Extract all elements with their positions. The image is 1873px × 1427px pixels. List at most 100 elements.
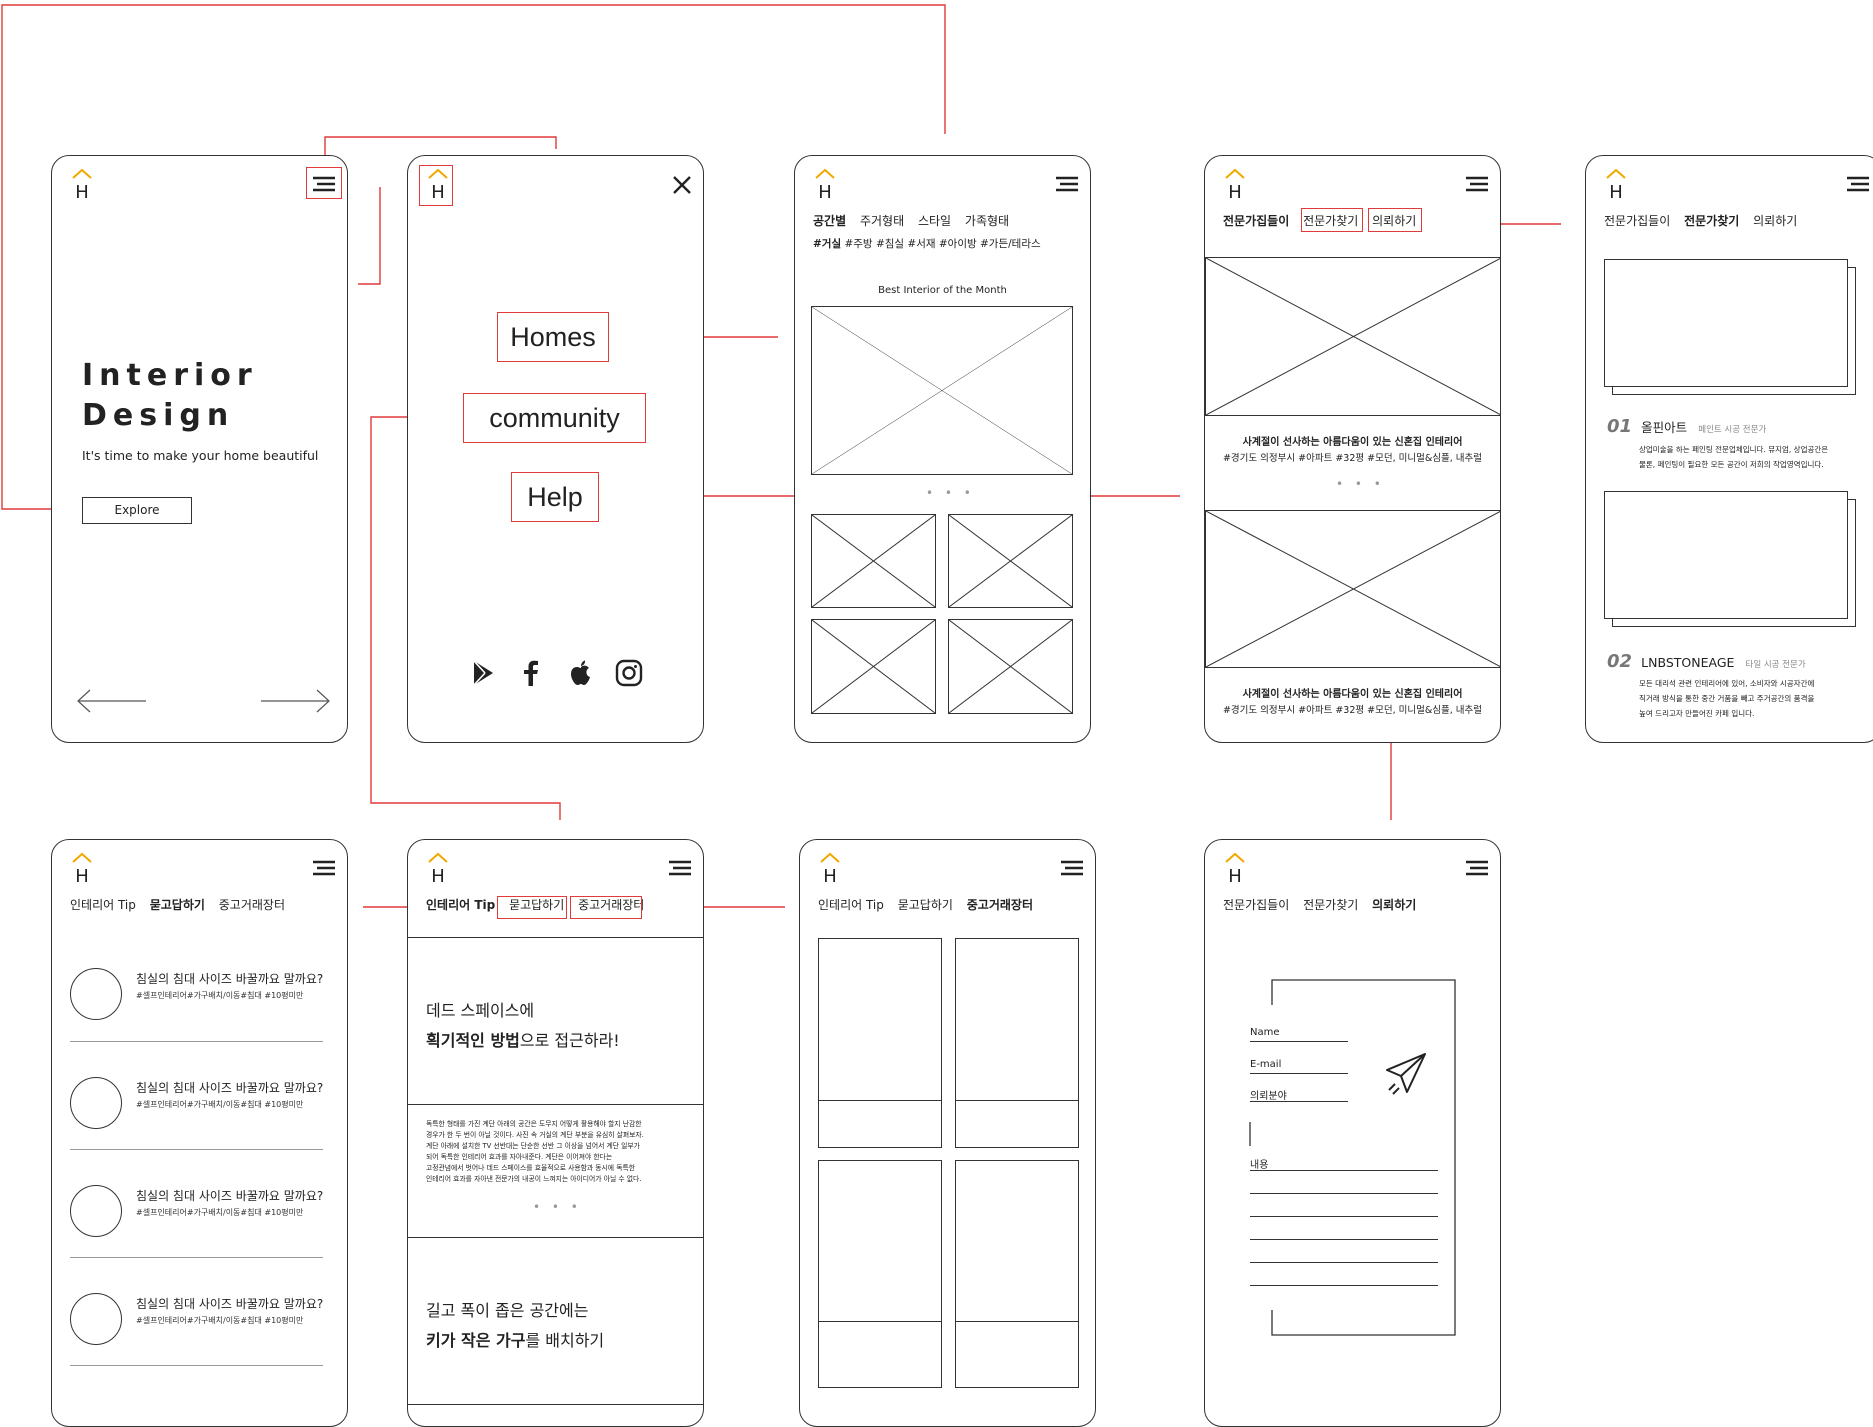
paper-plane-icon[interactable] (1383, 1050, 1431, 1098)
list-item[interactable]: 침실의 침대 사이즈 바꿀까요 말까요? #셀프인테리어#가구배치/이동#침대 … (70, 956, 323, 1052)
tab-expert-homes[interactable]: 전문가집들이 (1604, 214, 1670, 228)
google-play-icon[interactable] (471, 659, 495, 687)
divider (70, 1149, 323, 1150)
tag-kitchen[interactable]: #주방 (844, 238, 872, 250)
tip-headline-1[interactable]: 데드 스페이스에 획기적인 방법으로 접근하라! (426, 996, 620, 1056)
avatar (70, 968, 122, 1020)
screen-home: H Interior Design It's time to make your… (51, 155, 348, 743)
tab-market[interactable]: 중고거래장터 (967, 898, 1033, 912)
divider (819, 1321, 941, 1322)
divider (70, 1041, 323, 1042)
content-field[interactable]: 내용 (1250, 1156, 1438, 1171)
expert-heading-2[interactable]: 02 LNBSTONEAGE 타일 시공 전문가 (1607, 651, 1806, 672)
logo-icon[interactable]: H (1604, 168, 1628, 202)
tag-living[interactable]: #거실 (813, 238, 841, 250)
carousel-dots[interactable]: • • • (926, 486, 975, 500)
image-placeholder-grid-2[interactable] (948, 514, 1073, 608)
hamburger-menu-icon[interactable] (1054, 174, 1080, 194)
avatar (70, 1293, 122, 1345)
image-placeholder-grid-4[interactable] (948, 619, 1073, 714)
menu-item-homes[interactable]: Homes (497, 312, 609, 362)
expert-heading-1[interactable]: 01 올핀아트 페인트 시공 전문가 (1607, 416, 1766, 437)
logo-icon[interactable]: H (70, 168, 94, 202)
tab-style[interactable]: 스타일 (918, 214, 951, 228)
facebook-icon[interactable] (522, 659, 540, 687)
list-item[interactable]: 침실의 침대 사이즈 바꿀까요 말까요? #셀프인테리어#가구배치/이동#침대 … (70, 1065, 323, 1161)
list-item[interactable]: 침실의 침대 사이즈 바꿀까요 말까요? #셀프인테리어#가구배치/이동#침대 … (70, 1173, 323, 1269)
expert-name: 올핀아트 (1641, 420, 1688, 435)
name-field[interactable]: Name (1250, 1027, 1348, 1042)
expert-desc-2: 모든 대리석 관련 인테리어에 있어, 소비자와 시공자간에 직거래 방식을 통… (1639, 679, 1815, 718)
qa-highlight (497, 896, 567, 919)
carousel-dots[interactable]: • • • (1336, 477, 1385, 491)
tab-space[interactable]: 공간별 (813, 214, 846, 228)
divider (408, 937, 703, 938)
image-placeholder-post-2[interactable] (1205, 510, 1500, 668)
tab-family[interactable]: 가족형태 (965, 214, 1009, 228)
hamburger-menu-icon[interactable] (1464, 174, 1490, 194)
tab-housing[interactable]: 주거형태 (860, 214, 904, 228)
tip-headline-2[interactable]: 길고 폭이 좁은 공간에는 키가 작은 가구를 배치하기 (426, 1296, 604, 1356)
expert-kind: 타일 시공 전문가 (1745, 660, 1806, 670)
image-placeholder-grid-1[interactable] (811, 514, 936, 608)
post-tags-2: #경기도 의정부시 #아파트 #32평 #모던, 미니멀&심플, 내추럴 (1222, 705, 1483, 716)
avatar (70, 1185, 122, 1237)
hamburger-menu-icon[interactable] (311, 858, 337, 878)
tag-kids[interactable]: #아이방 (939, 238, 977, 250)
product-card[interactable] (818, 1160, 942, 1388)
category-field[interactable]: 의뢰분야 (1250, 1087, 1348, 1102)
tab-find-expert[interactable]: 전문가찾기 (1684, 214, 1739, 228)
tab-qa[interactable]: 묻고답하기 (898, 898, 953, 912)
svg-text:H: H (1609, 182, 1623, 202)
question-title: 침실의 침대 사이즈 바꿀까요 말까요? (136, 1297, 324, 1311)
expert-image-1[interactable] (1604, 259, 1848, 387)
expert-image-2[interactable] (1604, 491, 1848, 619)
explore-button[interactable]: Explore (82, 497, 192, 524)
arrow-right-icon[interactable] (259, 686, 331, 716)
hamburger-menu-icon[interactable] (667, 858, 693, 878)
instagram-icon[interactable] (615, 659, 643, 687)
hamburger-menu-icon[interactable] (1059, 858, 1085, 878)
logo-icon[interactable]: H (426, 852, 450, 886)
image-placeholder-best[interactable] (811, 306, 1073, 475)
product-card[interactable] (818, 938, 942, 1148)
image-placeholder-grid-3[interactable] (811, 619, 936, 714)
tab-qa[interactable]: 묻고답하기 (150, 898, 205, 912)
divider (408, 1237, 703, 1238)
close-icon[interactable] (671, 174, 693, 196)
svg-text:H: H (75, 866, 89, 886)
arrow-left-icon[interactable] (76, 686, 148, 716)
tag-garden[interactable]: #가든/테라스 (980, 238, 1041, 250)
list-item[interactable]: 침실의 침대 사이즈 바꿀까요 말까요? #셀프인테리어#가구배치/이동#침대 … (70, 1281, 323, 1377)
post-title-2[interactable]: 사계절이 선사하는 아름다움이 있는 신혼집 인테리어 (1205, 685, 1500, 700)
screen-menu: H (407, 155, 704, 743)
tag-study[interactable]: #서재 (907, 238, 935, 250)
carousel-dots[interactable]: • • • (533, 1200, 582, 1214)
product-card[interactable] (955, 1160, 1079, 1388)
community-nav: 인테리어 Tip 묻고답하기 중고거래장터 (70, 896, 295, 913)
question-tags: #셀프인테리어#가구배치/이동#침대 #10평미만 (136, 1208, 304, 1217)
logo-icon[interactable]: H (813, 168, 837, 202)
tab-tips[interactable]: 인테리어 Tip (818, 898, 884, 912)
logo-icon[interactable]: H (70, 852, 94, 886)
product-card[interactable] (955, 938, 1079, 1148)
page-title: Interior Design (82, 358, 258, 433)
tag-bedroom[interactable]: #침실 (876, 238, 904, 250)
logo-icon[interactable]: H (818, 852, 842, 886)
tab-market[interactable]: 중고거래장터 (219, 898, 285, 912)
menu-item-community[interactable]: community (463, 393, 646, 443)
hamburger-menu-icon[interactable] (1845, 174, 1871, 194)
tab-request[interactable]: 의뢰하기 (1753, 214, 1797, 228)
tab-tips[interactable]: 인테리어 Tip (70, 898, 136, 912)
tab-expert-homes[interactable]: 전문가집들이 (1223, 214, 1289, 228)
email-field[interactable]: E-mail (1250, 1059, 1348, 1074)
svg-text:H: H (431, 866, 445, 886)
divider (408, 1104, 703, 1105)
image-placeholder-post-1[interactable] (1205, 257, 1500, 416)
menu-item-help[interactable]: Help (511, 472, 599, 522)
post-title-1[interactable]: 사계절이 선사하는 아름다움이 있는 신혼집 인테리어 (1205, 433, 1500, 448)
content-label: 내용 (1250, 1160, 1269, 1171)
apple-icon[interactable] (569, 659, 593, 687)
tab-tips[interactable]: 인테리어 Tip (426, 898, 495, 912)
logo-icon[interactable]: H (1223, 168, 1247, 202)
